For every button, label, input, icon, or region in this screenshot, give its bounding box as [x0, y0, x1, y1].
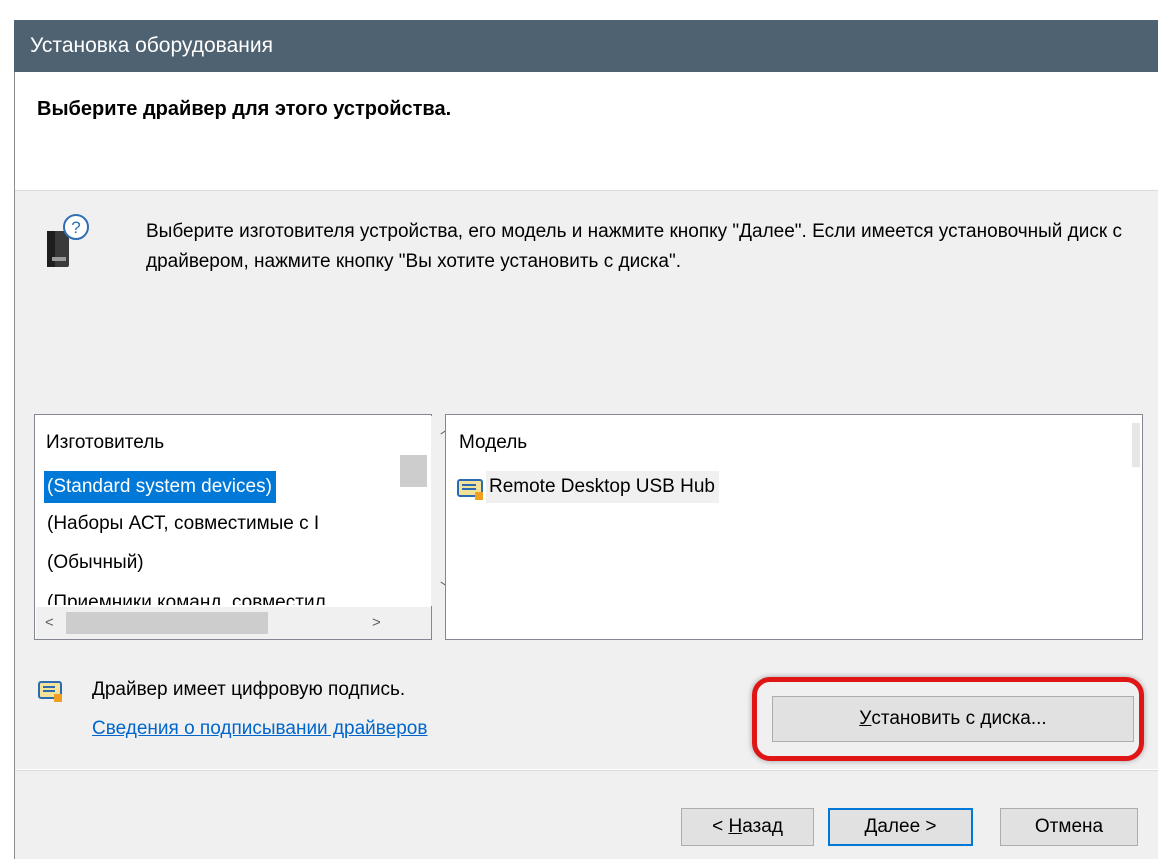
header-area [15, 72, 1158, 191]
next-label-post: алее > [877, 816, 937, 837]
back-button[interactable]: < Назад [681, 808, 814, 846]
back-label-accelerator: Н [728, 816, 743, 837]
signature-status-text: Драйвер имеет цифровую подпись. [92, 679, 406, 700]
manufacturer-item[interactable]: (Приемники команд, совместил [44, 587, 399, 605]
manufacturer-column-header: Изготовитель [46, 432, 165, 453]
scroll-right-icon[interactable]: > [372, 615, 381, 630]
scroll-left-icon[interactable]: < [45, 615, 54, 630]
have-disk-button[interactable]: Установить с диска... [772, 696, 1134, 742]
manufacturer-item[interactable]: (Наборы АСТ, совместимые с I [44, 508, 399, 540]
footer-area [15, 771, 1158, 859]
manufacturer-item[interactable]: (Standard system devices) [44, 471, 276, 503]
next-button[interactable]: Далее > [828, 808, 973, 846]
window-title: Установка оборудования [14, 20, 1158, 72]
manufacturer-item[interactable]: (Обычный) [44, 547, 399, 579]
manufacturer-horizontal-scrollbar[interactable]: < > [36, 607, 431, 639]
signed-driver-icon [38, 681, 62, 702]
model-scrollbar[interactable] [1132, 423, 1140, 467]
driver-signing-info-link[interactable]: Сведения о подписывании драйверов [92, 718, 427, 740]
have-disk-label-post: становить с диска... [871, 708, 1047, 729]
driver-package-icon [457, 479, 483, 500]
horizontal-scroll-thumb[interactable] [66, 612, 268, 634]
next-label-accelerator: Д [864, 816, 878, 837]
svg-text:?: ? [71, 218, 80, 237]
cancel-button[interactable]: Отмена [1000, 808, 1138, 846]
model-column-header: Модель [459, 432, 528, 453]
device-question-icon: ? [47, 214, 89, 267]
back-label-pre: < [712, 816, 729, 837]
page-title: Выберите драйвер для этого устройства. [37, 98, 452, 120]
back-label-post: азад [742, 816, 783, 837]
model-listbox[interactable] [445, 414, 1143, 640]
have-disk-label-accelerator: У [859, 708, 872, 729]
model-item[interactable]: Remote Desktop USB Hub [486, 471, 719, 503]
instructions-text: Выберите изготовителя устройства, его мо… [146, 221, 1122, 272]
vertical-scroll-thumb[interactable] [400, 455, 427, 487]
